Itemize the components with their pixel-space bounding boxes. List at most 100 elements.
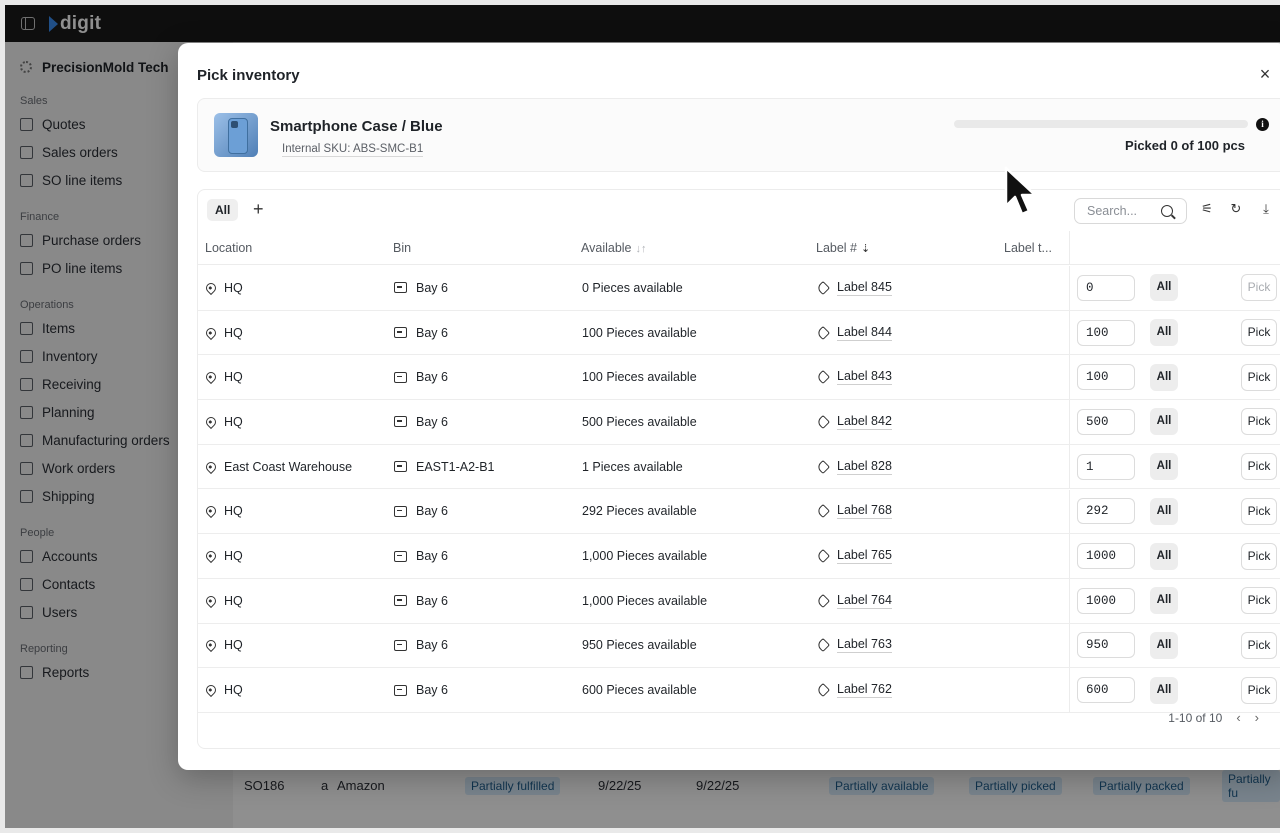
search-icon[interactable] <box>1161 205 1173 217</box>
label-cell: Label 768 <box>815 490 892 534</box>
table-row: HQ Bay 6 600 Pieces available Label 762 All P… <box>198 668 1280 713</box>
pick-all-button[interactable]: All <box>1150 408 1178 436</box>
bin-cell: EAST1-A2-B1 <box>394 445 495 489</box>
location-pin-icon <box>203 370 219 385</box>
product-name: Smartphone Case / Blue <box>270 118 443 135</box>
location-pin-icon <box>203 638 219 653</box>
label-link[interactable]: Label 764 <box>837 593 892 609</box>
bin-icon <box>394 505 407 517</box>
label-link[interactable]: Label 768 <box>837 503 892 520</box>
pick-all-button[interactable]: All <box>1150 587 1178 615</box>
refresh-icon[interactable]: ↻ <box>1229 202 1243 216</box>
available-quantity: 1,000 Pieces available <box>582 549 708 564</box>
label-cell: Label 763 <box>815 624 892 668</box>
sort-icon[interactable]: ↓↑ <box>636 243 647 255</box>
pick-quantity-input[interactable] <box>1077 319 1135 346</box>
pick-button[interactable]: Pick <box>1241 408 1277 436</box>
location-cell: East Coast Warehouse <box>203 445 352 489</box>
label-link[interactable]: Label 763 <box>837 637 892 654</box>
available-cell: 0 Pieces available <box>582 266 683 310</box>
pick-all-button[interactable]: All <box>1150 676 1178 704</box>
column-available[interactable]: Available ↓↑ <box>581 241 647 255</box>
label-link[interactable]: Label 844 <box>837 325 892 341</box>
table-row: HQ Bay 6 500 Pieces available Label 842 All P… <box>198 400 1280 445</box>
bin-name: Bay 6 <box>416 683 448 698</box>
available-quantity: 600 Pieces available <box>582 683 697 698</box>
pick-quantity-input[interactable] <box>1077 498 1135 525</box>
close-icon[interactable]: × <box>1256 65 1274 83</box>
download-icon[interactable]: ⤓ <box>1259 202 1273 216</box>
bin-name: Bay 6 <box>416 504 448 519</box>
pick-button[interactable]: Pick <box>1241 274 1277 302</box>
tag-icon <box>815 280 831 295</box>
location-name: HQ <box>224 549 243 564</box>
pick-quantity-input[interactable] <box>1077 453 1135 480</box>
bin-cell: Bay 6 <box>394 624 448 668</box>
location-name: HQ <box>224 638 243 653</box>
column-label[interactable]: Label # ⇣ <box>816 241 870 255</box>
pick-all-button[interactable]: All <box>1150 497 1178 525</box>
modal-title: Pick inventory <box>197 67 300 84</box>
qty-cell <box>1077 400 1135 444</box>
pick-quantity-input[interactable] <box>1077 632 1135 659</box>
available-quantity: 0 Pieces available <box>582 280 683 295</box>
pick-all-button[interactable]: All <box>1150 363 1178 391</box>
table-row: HQ Bay 6 1,000 Pieces available Label 765 Al… <box>198 534 1280 579</box>
label-link[interactable]: Label 765 <box>837 548 892 565</box>
tab-all[interactable]: All <box>207 199 239 221</box>
location-name: HQ <box>224 504 243 519</box>
column-available-label: Available <box>581 241 632 255</box>
location-name: HQ <box>224 370 243 385</box>
label-link[interactable]: Label 828 <box>837 459 892 475</box>
available-quantity: 1 Pieces available <box>582 459 683 474</box>
column-bin[interactable]: Bin <box>393 241 411 255</box>
all-cell: All <box>1150 266 1178 310</box>
pick-quantity-input[interactable] <box>1077 587 1135 614</box>
pick-button[interactable]: Pick <box>1241 542 1277 570</box>
pick-button[interactable]: Pick <box>1241 319 1277 347</box>
pick-all-button[interactable]: All <box>1150 319 1178 347</box>
table-row: HQ Bay 6 292 Pieces available Label 768 All P… <box>198 489 1280 535</box>
qty-cell <box>1077 445 1135 489</box>
search-input[interactable] <box>1087 204 1153 218</box>
available-cell: 1,000 Pieces available <box>582 534 707 578</box>
location-cell: HQ <box>203 579 243 623</box>
pick-quantity-input[interactable] <box>1077 543 1135 570</box>
pick-button[interactable]: Pick <box>1241 497 1277 525</box>
next-page-icon[interactable]: › <box>1255 710 1259 725</box>
pick-quantity-input[interactable] <box>1077 274 1135 301</box>
pick-all-button[interactable]: All <box>1150 631 1178 659</box>
pick-button[interactable]: Pick <box>1241 363 1277 391</box>
pick-button[interactable]: Pick <box>1241 453 1277 481</box>
bin-icon <box>394 416 407 428</box>
column-divider <box>1069 489 1070 534</box>
add-view-icon[interactable]: + <box>253 198 264 220</box>
column-divider <box>1069 534 1070 578</box>
pick-button[interactable]: Pick <box>1241 631 1277 659</box>
product-sku[interactable]: Internal SKU: ABS-SMC-B1 <box>282 143 424 157</box>
sort-desc-icon[interactable]: ⇣ <box>861 243 870 255</box>
tag-icon <box>815 548 831 564</box>
label-link[interactable]: Label 842 <box>837 414 892 430</box>
pick-button[interactable]: Pick <box>1241 676 1277 704</box>
pick-quantity-input[interactable] <box>1077 677 1135 704</box>
prev-page-icon[interactable]: ‹ <box>1236 710 1240 725</box>
label-link[interactable]: Label 762 <box>837 682 892 699</box>
label-link[interactable]: Label 843 <box>837 369 892 386</box>
label-link[interactable]: Label 845 <box>837 280 892 296</box>
column-label-type[interactable]: Label t... <box>1004 241 1052 255</box>
pick-all-button[interactable]: All <box>1150 542 1178 570</box>
all-cell: All <box>1150 668 1178 712</box>
pick-quantity-input[interactable] <box>1077 364 1135 391</box>
pick-button[interactable]: Pick <box>1241 587 1277 615</box>
qty-cell <box>1077 355 1135 399</box>
pick-all-button[interactable]: All <box>1150 274 1178 302</box>
table-row: HQ Bay 6 100 Pieces available Label 843 All P… <box>198 355 1280 401</box>
bin-name: Bay 6 <box>416 370 448 385</box>
info-icon[interactable]: i <box>1256 118 1269 131</box>
bin-icon <box>394 327 407 339</box>
filter-sliders-icon[interactable]: ⚟ <box>1200 202 1214 216</box>
pick-all-button[interactable]: All <box>1150 453 1178 481</box>
pick-quantity-input[interactable] <box>1077 408 1135 435</box>
column-location[interactable]: Location <box>205 241 252 255</box>
